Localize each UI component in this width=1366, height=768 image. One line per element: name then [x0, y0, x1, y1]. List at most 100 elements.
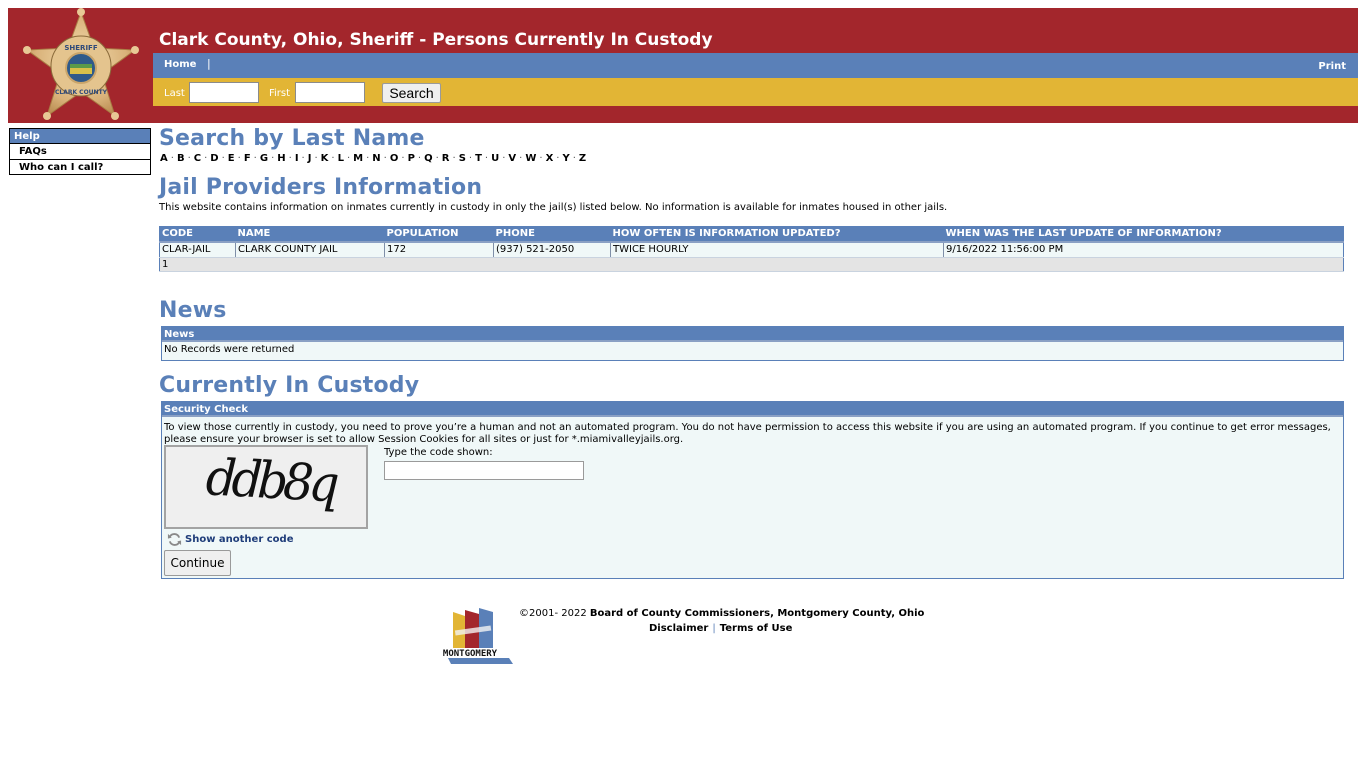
letter-separator: ·: [314, 153, 318, 164]
letter-separator: ·: [204, 153, 208, 164]
show-another-code-label: Show another code: [185, 534, 294, 545]
letter-link-c[interactable]: C: [194, 153, 201, 164]
letter-separator: ·: [401, 153, 405, 164]
continue-button[interactable]: Continue: [164, 550, 231, 576]
letter-separator: ·: [519, 153, 523, 164]
letter-link-d[interactable]: D: [210, 153, 218, 164]
letter-link-q[interactable]: Q: [424, 153, 433, 164]
column-header-name: NAME: [235, 226, 385, 243]
jail-providers-intro: This website contains information on inm…: [159, 202, 948, 213]
cell-update-frequency: TWICE HOURLY: [610, 241, 944, 258]
letter-separator: ·: [383, 153, 387, 164]
copyright-years: ©2001- 2022: [519, 608, 590, 619]
letter-link-r[interactable]: R: [442, 153, 450, 164]
news-panel-title: News: [162, 327, 1343, 342]
pager-page-1[interactable]: 1: [159, 257, 1344, 272]
nav-home-link[interactable]: Home: [164, 59, 196, 70]
letter-separator: ·: [237, 153, 241, 164]
security-check-message: To view those currently in custody, you …: [164, 422, 1331, 445]
letter-link-z[interactable]: Z: [579, 153, 586, 164]
badge-text: SHERIFF: [64, 44, 97, 52]
table-row: CLAR-JAIL CLARK COUNTY JAIL 172 (937) 52…: [159, 241, 1344, 258]
letter-link-m[interactable]: M: [353, 153, 363, 164]
letter-link-b[interactable]: B: [177, 153, 185, 164]
cell-population: 172: [384, 241, 494, 258]
cell-last-update: 9/16/2022 11:56:00 PM: [943, 241, 1344, 258]
copyright-owner: Board of County Commissioners, Montgomer…: [589, 608, 925, 619]
first-name-input[interactable]: [295, 82, 365, 103]
letter-separator: ·: [435, 153, 439, 164]
footer-links: Disclaimer | Terms of Use: [649, 623, 792, 634]
footer-copyright: ©2001- 2022 Board of County Commissioner…: [519, 608, 924, 619]
letter-separator: ·: [417, 153, 422, 164]
badge-county-text: CLARK COUNTY: [55, 89, 108, 96]
sidebar-item-faqs[interactable]: FAQs: [10, 144, 150, 159]
search-button[interactable]: Search: [382, 83, 441, 103]
letter-link-g[interactable]: G: [260, 153, 268, 164]
letter-separator: ·: [452, 153, 456, 164]
name-search-bar: Last First Search: [153, 78, 1358, 106]
alphabet-index: A · B · C · D · E · F · G · H · I · J · K · L · M · N · O · P · Q · R · S · T ·…: [160, 153, 586, 164]
letter-separator: ·: [301, 153, 305, 164]
refresh-icon: [167, 533, 182, 546]
letter-link-w[interactable]: W: [525, 153, 536, 164]
news-heading: News: [159, 298, 227, 323]
letter-separator: ·: [366, 153, 370, 164]
letter-link-v[interactable]: V: [508, 153, 516, 164]
captcha-code-input[interactable]: [384, 461, 584, 480]
jail-providers-heading: Jail Providers Information: [159, 175, 483, 200]
letter-link-s[interactable]: S: [459, 153, 466, 164]
captcha-image: ddb8q: [164, 445, 368, 529]
column-header-phone: PHONE: [493, 226, 611, 243]
last-name-label: Last: [164, 88, 185, 99]
print-link[interactable]: Print: [1318, 61, 1346, 72]
news-empty-message: No Records were returned: [164, 344, 295, 355]
last-name-input[interactable]: [189, 82, 259, 103]
jail-providers-table: CODE NAME POPULATION PHONE HOW OFTEN IS …: [159, 226, 1344, 272]
site-title: Clark County, Ohio, Sheriff - Persons Cu…: [159, 30, 713, 50]
disclaimer-link[interactable]: Disclaimer: [649, 623, 708, 634]
montgomery-county-logo: MONTGOMERY: [443, 608, 513, 664]
letter-separator: ·: [288, 153, 292, 164]
letter-separator: ·: [253, 153, 257, 164]
letter-separator: ·: [221, 153, 225, 164]
letter-separator: ·: [346, 153, 351, 164]
letter-link-p[interactable]: P: [408, 153, 415, 164]
letter-link-l[interactable]: L: [338, 153, 344, 164]
letter-link-u[interactable]: U: [491, 153, 499, 164]
sidebar-item-who-can-i-call[interactable]: Who can I call?: [10, 159, 150, 174]
letter-separator: ·: [539, 153, 543, 164]
letter-separator: ·: [271, 153, 275, 164]
letter-separator: ·: [484, 153, 489, 164]
captcha-code-label: Type the code shown:: [384, 447, 493, 458]
pager-row: 1: [159, 257, 1344, 272]
help-sidebar: Help FAQs Who can I call?: [9, 128, 151, 175]
letter-link-n[interactable]: N: [372, 153, 380, 164]
logo-text: MONTGOMERY: [443, 649, 498, 659]
cell-code: CLAR-JAIL: [159, 241, 236, 258]
security-check-panel: Security Check To view those currently i…: [161, 401, 1344, 579]
cell-name: CLARK COUNTY JAIL: [235, 241, 385, 258]
terms-of-use-link[interactable]: Terms of Use: [720, 623, 793, 634]
letter-link-y[interactable]: Y: [562, 153, 569, 164]
currently-in-custody-heading: Currently In Custody: [159, 373, 420, 398]
letter-separator: ·: [187, 153, 191, 164]
letter-link-e[interactable]: E: [228, 153, 235, 164]
letter-link-t[interactable]: T: [475, 153, 482, 164]
column-header-update-frequency: HOW OFTEN IS INFORMATION UPDATED?: [610, 226, 944, 243]
site-header: SHERIFF CLARK COUNTY Clark County, Ohio,…: [8, 8, 1358, 123]
footer-separator: |: [712, 623, 716, 634]
nav-separator: |: [207, 57, 211, 70]
column-header-population: POPULATION: [384, 226, 494, 243]
column-header-code: CODE: [159, 226, 236, 243]
nav-bar: Home | Print: [153, 53, 1358, 78]
news-panel: News No Records were returned: [161, 326, 1344, 361]
letter-link-i[interactable]: I: [295, 153, 299, 164]
show-another-code-link[interactable]: Show another code: [167, 532, 293, 547]
captcha-text: ddb8q: [204, 448, 336, 514]
cell-phone: (937) 521-2050: [493, 241, 611, 258]
letter-link-a[interactable]: A: [160, 153, 168, 164]
letter-separator: ·: [572, 153, 576, 164]
letter-link-f[interactable]: F: [244, 153, 251, 164]
letter-link-h[interactable]: H: [277, 153, 285, 164]
